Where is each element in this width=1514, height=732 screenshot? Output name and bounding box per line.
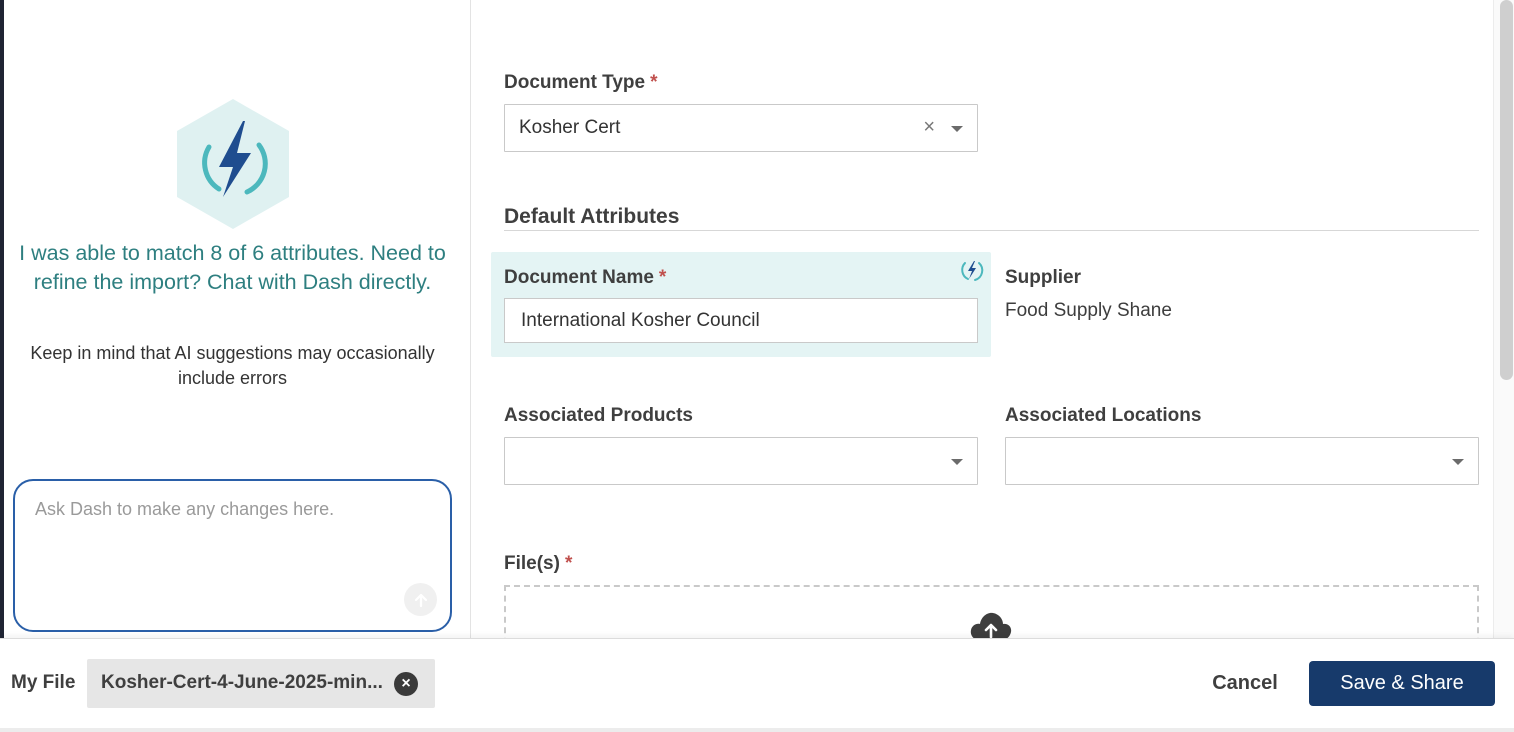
document-name-label: Document Name * xyxy=(504,267,667,288)
chevron-down-icon[interactable] xyxy=(951,126,963,132)
clear-icon[interactable]: × xyxy=(923,116,935,138)
scrollbar-thumb[interactable] xyxy=(1500,0,1513,380)
send-button[interactable] xyxy=(404,583,437,616)
files-label: File(s) * xyxy=(504,553,573,574)
my-file-label: My File xyxy=(11,672,76,693)
cancel-button[interactable]: Cancel xyxy=(1190,661,1300,705)
supplier-value: Food Supply Shane xyxy=(1005,300,1172,321)
associated-locations-label: Associated Locations xyxy=(1005,405,1202,426)
assistant-message: I was able to match 8 of 6 attributes. N… xyxy=(19,241,446,294)
required-mark: * xyxy=(650,72,658,93)
arrow-up-icon xyxy=(414,593,427,607)
associated-products-select[interactable] xyxy=(504,437,978,485)
section-title: Default Attributes xyxy=(504,205,680,228)
cloud-upload-icon xyxy=(969,608,1013,642)
ai-disclaimer: Keep in mind that AI suggestions may occ… xyxy=(30,343,435,388)
close-circle-icon[interactable]: × xyxy=(394,672,418,696)
associated-products-label: Associated Products xyxy=(504,405,693,426)
footer-divider xyxy=(0,728,1514,732)
file-chip: Kosher-Cert-4-June-2025-min... × xyxy=(87,659,435,708)
required-mark: * xyxy=(564,553,573,574)
ai-suggestion-icon xyxy=(958,256,986,284)
document-name-input[interactable] xyxy=(504,298,978,343)
chevron-down-icon[interactable] xyxy=(1452,459,1464,465)
required-mark: * xyxy=(658,267,667,288)
chat-box xyxy=(13,479,452,632)
chevron-down-icon[interactable] xyxy=(951,459,963,465)
document-type-label: Document Type * xyxy=(504,72,658,93)
document-type-value: Kosher Cert xyxy=(519,117,621,138)
file-name: Kosher-Cert-4-June-2025-min... xyxy=(101,672,383,693)
save-and-share-button[interactable]: Save & Share xyxy=(1309,661,1495,706)
document-type-select[interactable]: Kosher Cert × xyxy=(504,104,978,152)
lightning-bolt-icon xyxy=(175,97,291,231)
supplier-label: Supplier xyxy=(1005,267,1082,288)
chat-input[interactable] xyxy=(35,499,415,520)
associated-locations-select[interactable] xyxy=(1005,437,1479,485)
section-divider xyxy=(504,230,1479,231)
